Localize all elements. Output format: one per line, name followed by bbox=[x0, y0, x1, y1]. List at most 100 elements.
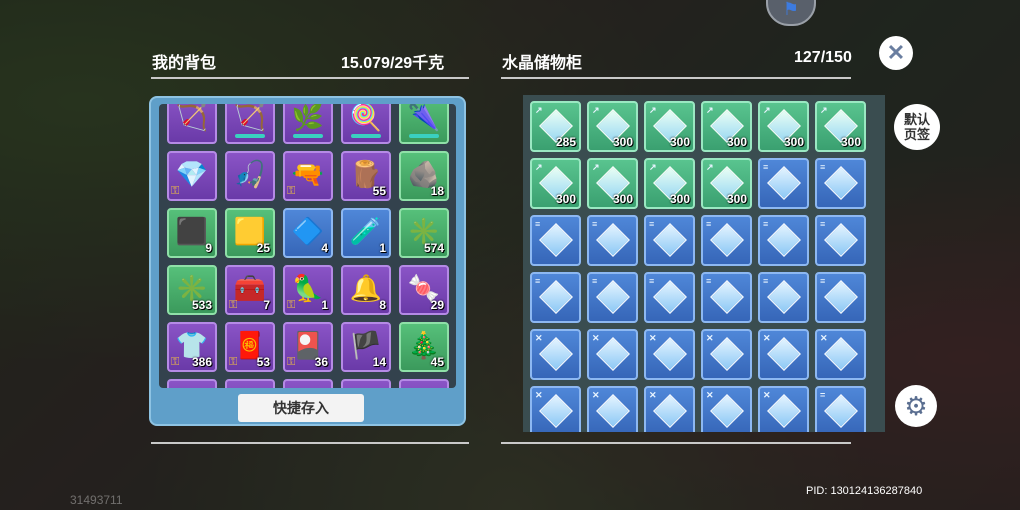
backpack-slot[interactable]: 🧰 ⚿ 7 bbox=[225, 265, 275, 315]
item-tag-icon: ✕ bbox=[706, 390, 714, 400]
default-tab-button[interactable]: 默认 页签 bbox=[894, 104, 940, 150]
item-tag-icon: ≡ bbox=[820, 276, 826, 286]
backpack-slot[interactable]: 🏴 14 bbox=[341, 322, 391, 372]
backpack-slot[interactable]: 🪨 18 bbox=[399, 151, 449, 201]
storage-slot[interactable]: ✕ bbox=[758, 386, 809, 432]
storage-slot[interactable]: ↗ 300 bbox=[644, 158, 695, 209]
storage-slot[interactable]: ↗ 300 bbox=[815, 101, 866, 152]
storage-slot[interactable]: ≡ bbox=[701, 215, 752, 266]
storage-slot[interactable]: ✕ bbox=[644, 329, 695, 380]
backpack-slot[interactable]: 🧧 ⚿ 53 bbox=[225, 322, 275, 372]
item-tag-icon: ≡ bbox=[763, 219, 769, 229]
storage-slot[interactable]: ✕ bbox=[587, 386, 638, 432]
backpack-slot[interactable] bbox=[167, 379, 217, 388]
item-tag-icon: ↗ bbox=[649, 105, 657, 115]
crystal-cube-icon bbox=[652, 222, 687, 257]
item-tag-icon: ✕ bbox=[535, 333, 543, 343]
storage-slot[interactable]: ✕ bbox=[587, 329, 638, 380]
bound-icon: ⚿ bbox=[287, 185, 296, 197]
storage-slot[interactable]: ↗ 300 bbox=[587, 101, 638, 152]
storage-slot[interactable]: ≡ bbox=[815, 272, 866, 323]
storage-slot[interactable]: ≡ bbox=[701, 272, 752, 323]
backpack-grid: 🏹 🏹 🌿 🍭 🌂 💎 ⚿ 🎣 🔫 ⚿ 🪵 55 🪨 18 ⬛ 9 🟨 25 🔷 4 🧪 1 ✳️ 574 ✳️ 533 🧰 ⚿ 7 🦜 ⚿… bbox=[167, 104, 449, 388]
backpack-slot[interactable]: 🔷 4 bbox=[283, 208, 333, 258]
storage-slot[interactable]: ↗ 300 bbox=[758, 101, 809, 152]
backpack-slot[interactable]: 💎 ⚿ bbox=[167, 151, 217, 201]
item-count: 533 bbox=[191, 298, 212, 312]
storage-slot[interactable]: ≡ bbox=[644, 215, 695, 266]
backpack-slot[interactable]: 🔫 ⚿ bbox=[283, 151, 333, 201]
backpack-slot[interactable]: 🎄 45 bbox=[399, 322, 449, 372]
backpack-slot[interactable]: 🦜 ⚿ 1 bbox=[283, 265, 333, 315]
crystal-cube-icon bbox=[538, 279, 573, 314]
item-count: 29 bbox=[430, 298, 444, 312]
storage-slot[interactable]: ↗ 300 bbox=[701, 158, 752, 209]
backpack-header-divider bbox=[151, 77, 469, 79]
storage-slot[interactable]: ≡ bbox=[758, 158, 809, 209]
backpack-slot[interactable]: 🟨 25 bbox=[225, 208, 275, 258]
backpack-slot[interactable] bbox=[225, 379, 275, 388]
backpack-slot[interactable]: 🌂 bbox=[399, 104, 449, 144]
close-button[interactable]: ✕ bbox=[879, 36, 913, 70]
storage-slot[interactable]: ≡ bbox=[587, 272, 638, 323]
item-count: 9 bbox=[205, 241, 212, 255]
storage-slot[interactable]: ✕ bbox=[530, 329, 581, 380]
item-icon: 💎 bbox=[175, 159, 209, 190]
storage-slot[interactable]: ✕ bbox=[644, 386, 695, 432]
backpack-slot[interactable] bbox=[283, 379, 333, 388]
storage-slot[interactable]: ↗ 300 bbox=[701, 101, 752, 152]
storage-slot[interactable]: ✕ bbox=[701, 329, 752, 380]
storage-slot[interactable]: ✕ bbox=[701, 386, 752, 432]
backpack-slot[interactable]: 👕 ⚿ 386 bbox=[167, 322, 217, 372]
storage-slot[interactable]: ≡ bbox=[530, 272, 581, 323]
backpack-slot[interactable]: ✳️ 574 bbox=[399, 208, 449, 258]
quick-store-button[interactable]: 快捷存入 bbox=[238, 394, 364, 422]
backpack-scroll-area[interactable]: 🏹 🏹 🌿 🍭 🌂 💎 ⚿ 🎣 🔫 ⚿ 🪵 55 🪨 18 ⬛ 9 🟨 25 🔷 4 🧪 1 ✳️ 574 ✳️ 533 🧰 ⚿ 7 🦜 ⚿… bbox=[159, 104, 456, 388]
item-icon: 🏹 bbox=[233, 104, 267, 133]
item-tag-icon: ✕ bbox=[592, 333, 600, 343]
storage-slot[interactable]: ≡ bbox=[644, 272, 695, 323]
backpack-slot[interactable] bbox=[341, 379, 391, 388]
item-count: 53 bbox=[256, 355, 270, 369]
storage-slot[interactable]: = bbox=[815, 386, 866, 432]
item-count: 300 bbox=[612, 192, 633, 206]
backpack-slot[interactable]: 🏹 bbox=[225, 104, 275, 144]
item-count: 300 bbox=[612, 135, 633, 149]
storage-slot[interactable]: ≡ bbox=[815, 158, 866, 209]
backpack-slot[interactable]: ⬛ 9 bbox=[167, 208, 217, 258]
backpack-slot[interactable]: 🎴 ⚿ 36 bbox=[283, 322, 333, 372]
crystal-cube-icon bbox=[709, 279, 744, 314]
storage-slot[interactable]: ✕ bbox=[815, 329, 866, 380]
storage-slot[interactable]: ✕ bbox=[530, 386, 581, 432]
backpack-slot[interactable]: 🧪 1 bbox=[341, 208, 391, 258]
backpack-slot[interactable]: 🍬 29 bbox=[399, 265, 449, 315]
storage-slot[interactable]: ≡ bbox=[758, 215, 809, 266]
storage-slot[interactable]: ≡ bbox=[530, 215, 581, 266]
backpack-slot[interactable]: 🌿 bbox=[283, 104, 333, 144]
storage-slot[interactable]: ✕ bbox=[758, 329, 809, 380]
backpack-slot[interactable]: ✳️ 533 bbox=[167, 265, 217, 315]
backpack-slot[interactable]: 🎣 bbox=[225, 151, 275, 201]
item-tag-icon: ≡ bbox=[820, 162, 826, 172]
backpack-slot[interactable]: 🍭 bbox=[341, 104, 391, 144]
storage-slot[interactable]: ≡ bbox=[587, 215, 638, 266]
item-count: 14 bbox=[372, 355, 386, 369]
storage-panel[interactable]: ↗ 285 ↗ 300 ↗ 300 ↗ 300 ↗ 300 ↗ 300 ↗ 300 ↗ 300 ↗ 300 ↗ 300… bbox=[523, 95, 885, 432]
storage-slot[interactable]: ↗ 300 bbox=[587, 158, 638, 209]
storage-slot[interactable]: ≡ bbox=[815, 215, 866, 266]
crystal-cube-icon bbox=[538, 393, 573, 428]
item-tag-icon: ✕ bbox=[535, 390, 543, 400]
backpack-slot[interactable]: 🔔 8 bbox=[341, 265, 391, 315]
storage-slot[interactable]: ↗ 300 bbox=[644, 101, 695, 152]
item-tag-icon: = bbox=[820, 390, 826, 400]
backpack-slot[interactable]: 🏹 bbox=[167, 104, 217, 144]
storage-slot[interactable]: ≡ bbox=[758, 272, 809, 323]
storage-slot[interactable]: ↗ 285 bbox=[530, 101, 581, 152]
item-tag-icon: ≡ bbox=[820, 219, 826, 229]
backpack-slot[interactable]: 🪵 55 bbox=[341, 151, 391, 201]
settings-button[interactable]: ⚙ bbox=[895, 385, 937, 427]
backpack-slot[interactable] bbox=[399, 379, 449, 388]
storage-footer-divider bbox=[501, 442, 851, 444]
storage-slot[interactable]: ↗ 300 bbox=[530, 158, 581, 209]
item-count: 1 bbox=[379, 241, 386, 255]
